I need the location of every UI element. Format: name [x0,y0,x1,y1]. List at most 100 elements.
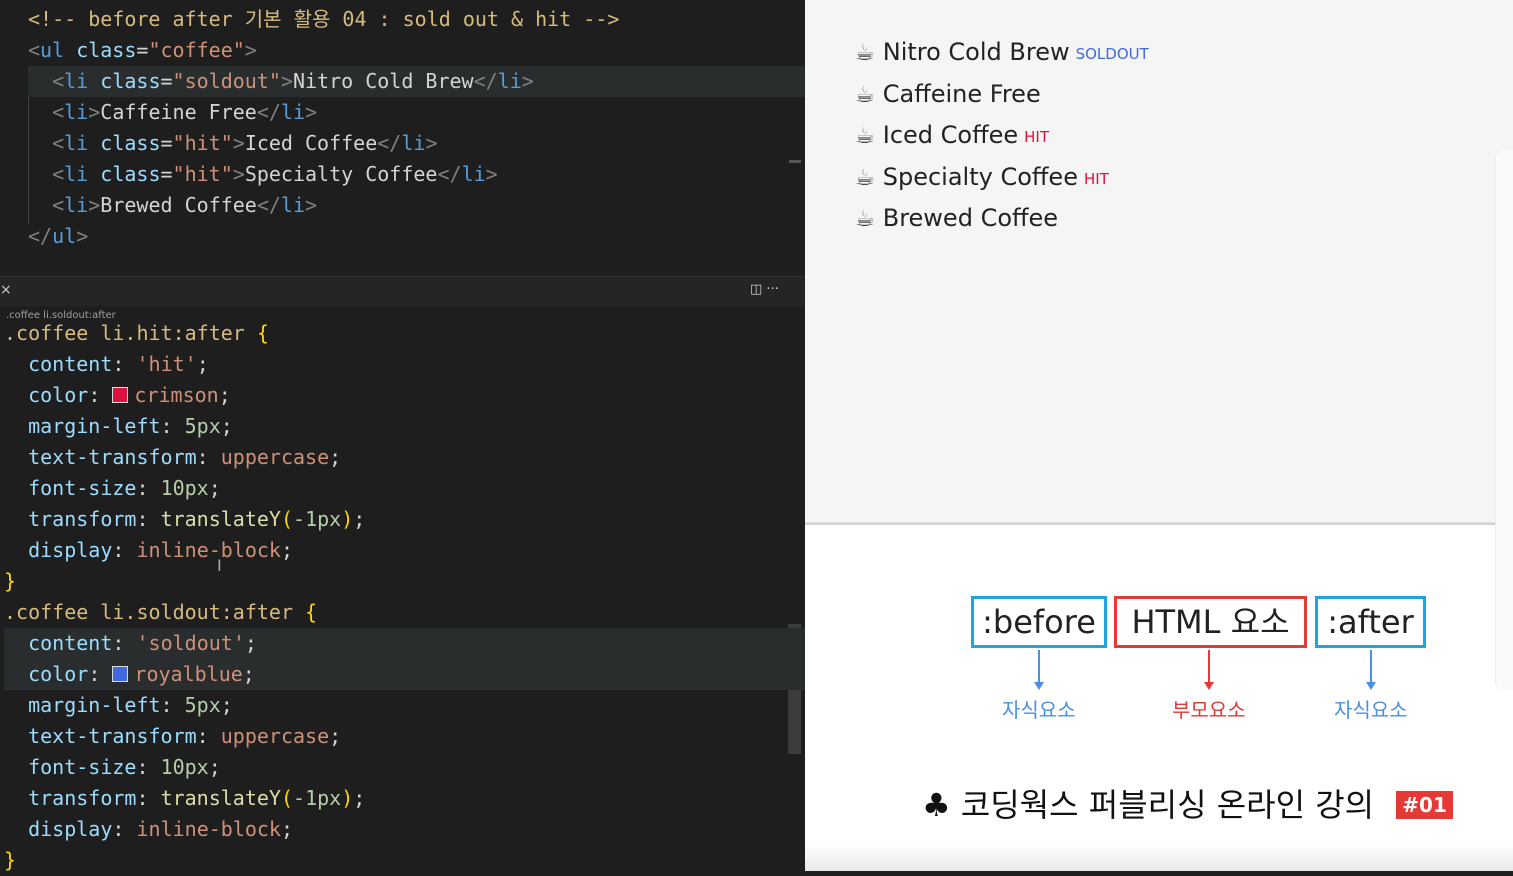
code-token: < [28,38,41,62]
code-line[interactable]: color: crimson; [4,380,805,411]
code-token: </ [256,100,281,124]
code-token: Brewed Coffee [100,193,257,217]
list-item-label: Brewed Coffee [882,204,1059,232]
code-token: } [4,848,17,872]
code-token: : [112,352,137,376]
code-token: Caffeine Free [100,100,257,124]
code-line[interactable]: <li>Brewed Coffee</li> [28,190,805,221]
code-token: content [28,631,113,655]
code-token: font-size [28,476,137,500]
code-token: </ [377,131,402,155]
code-token: : [112,631,137,655]
code-token: uppercase [220,724,330,748]
code-line[interactable]: } [4,566,805,597]
code-line[interactable]: <li class="hit">Iced Coffee</li> [28,128,805,159]
code-token: "coffee" [148,38,245,62]
code-token: = [160,131,173,155]
hit-badge: hit [1083,169,1109,188]
close-icon[interactable]: × [0,282,12,298]
split-editor-icon[interactable]: ◫ ··· [750,282,779,297]
code-line[interactable]: </ul> [28,221,805,252]
code-token: { [305,600,318,624]
code-token: ; [220,693,233,717]
after-arrow-head [1366,682,1376,690]
code-token: ; [280,817,294,841]
code-token: "hit" [172,162,233,186]
lecture-title: ♣ 코딩웍스 퍼블리싱 온라인 강의 #01 [922,780,1453,826]
list-item-label: Nitro Cold Brew [882,38,1070,66]
list-item-label: Caffeine Free [882,79,1041,108]
code-token: translateY [160,786,281,810]
code-line[interactable]: <!-- before after 기본 활용 04 : sold out & … [28,4,805,35]
code-token: ul [40,38,65,62]
club-icon: ♣ [922,786,951,824]
code-line[interactable]: transform: translateY(-1px); [4,783,805,814]
code-line[interactable]: text-transform: uppercase; [4,442,805,473]
code-token: 'hit' [136,352,197,376]
code-line[interactable]: margin-left: 5px; [4,411,805,442]
code-line[interactable]: <li class="soldout">Nitro Cold Brew</li> [28,66,805,97]
code-token: ( [280,786,294,810]
code-line[interactable]: display: inline-block; [4,814,805,845]
code-line[interactable]: transform: translateY(-1px); [4,504,805,535]
code-token: li [64,100,89,124]
code-line[interactable]: .coffee li.hit:after { [4,318,805,349]
coffee-cup-icon: ☕ [855,207,875,232]
code-line[interactable]: display: inline-block; [4,535,805,566]
list-item-label: Iced Coffee [882,121,1019,149]
code-token: ; [208,476,221,500]
code-line[interactable]: } [4,845,805,876]
code-token: </ [256,193,281,217]
code-line[interactable]: content: 'soldout'; [4,628,805,659]
code-line[interactable]: content: 'hit'; [4,349,805,380]
code-token: </ [28,224,53,248]
code-token: > [425,131,438,155]
code-line[interactable]: color: royalblue; [4,659,805,690]
code-token: ; [280,538,294,562]
code-token: ul [52,224,77,248]
code-token: li [461,162,486,186]
code-line[interactable]: text-transform: uppercase; [4,721,805,752]
code-token: : [88,662,113,686]
code-token: </ [437,162,462,186]
code-line[interactable]: font-size: 10px; [4,752,805,783]
before-arrow-head [1034,682,1044,690]
code-token: ; [242,662,255,686]
before-box: :before [971,596,1107,648]
coffee-cup-icon: ☕ [855,41,875,66]
code-token: li [401,131,426,155]
side-panel-edge [1495,150,1513,690]
pane-splitter[interactable] [0,276,805,307]
code-token: "hit" [172,131,233,155]
code-token: "soldout" [172,69,281,93]
code-line[interactable]: margin-left: 5px; [4,690,805,721]
color-swatch[interactable] [112,666,129,682]
code-token: text-transform [28,724,197,748]
code-token: uppercase [220,445,330,469]
hit-badge: hit [1024,128,1050,146]
color-swatch[interactable] [112,387,129,403]
code-token: content [28,352,113,376]
code-token: 'soldout' [136,631,245,655]
code-line[interactable]: font-size: 10px; [4,473,805,504]
code-token: : [136,786,161,810]
list-item: ☕ Iced Coffee hit [855,115,1049,155]
code-token: inline-block [136,817,281,841]
code-token: -1px [293,786,342,810]
code-token: </ [473,69,498,93]
code-line[interactable]: <li class="hit">Specialty Coffee</li> [28,159,805,190]
code-line[interactable]: <li>Caffeine Free</li> [28,97,805,128]
episode-badge: #01 [1396,791,1453,819]
code-token: <!-- before after 기본 활용 04 : sold out & … [28,7,620,31]
code-line[interactable]: <ul class="coffee"> [28,35,805,66]
coffee-cup-icon: ☕ [855,165,875,191]
code-line[interactable]: .coffee li.soldout:after { [4,597,805,628]
code-token: class [100,69,161,93]
html-arrow-head [1204,682,1214,690]
